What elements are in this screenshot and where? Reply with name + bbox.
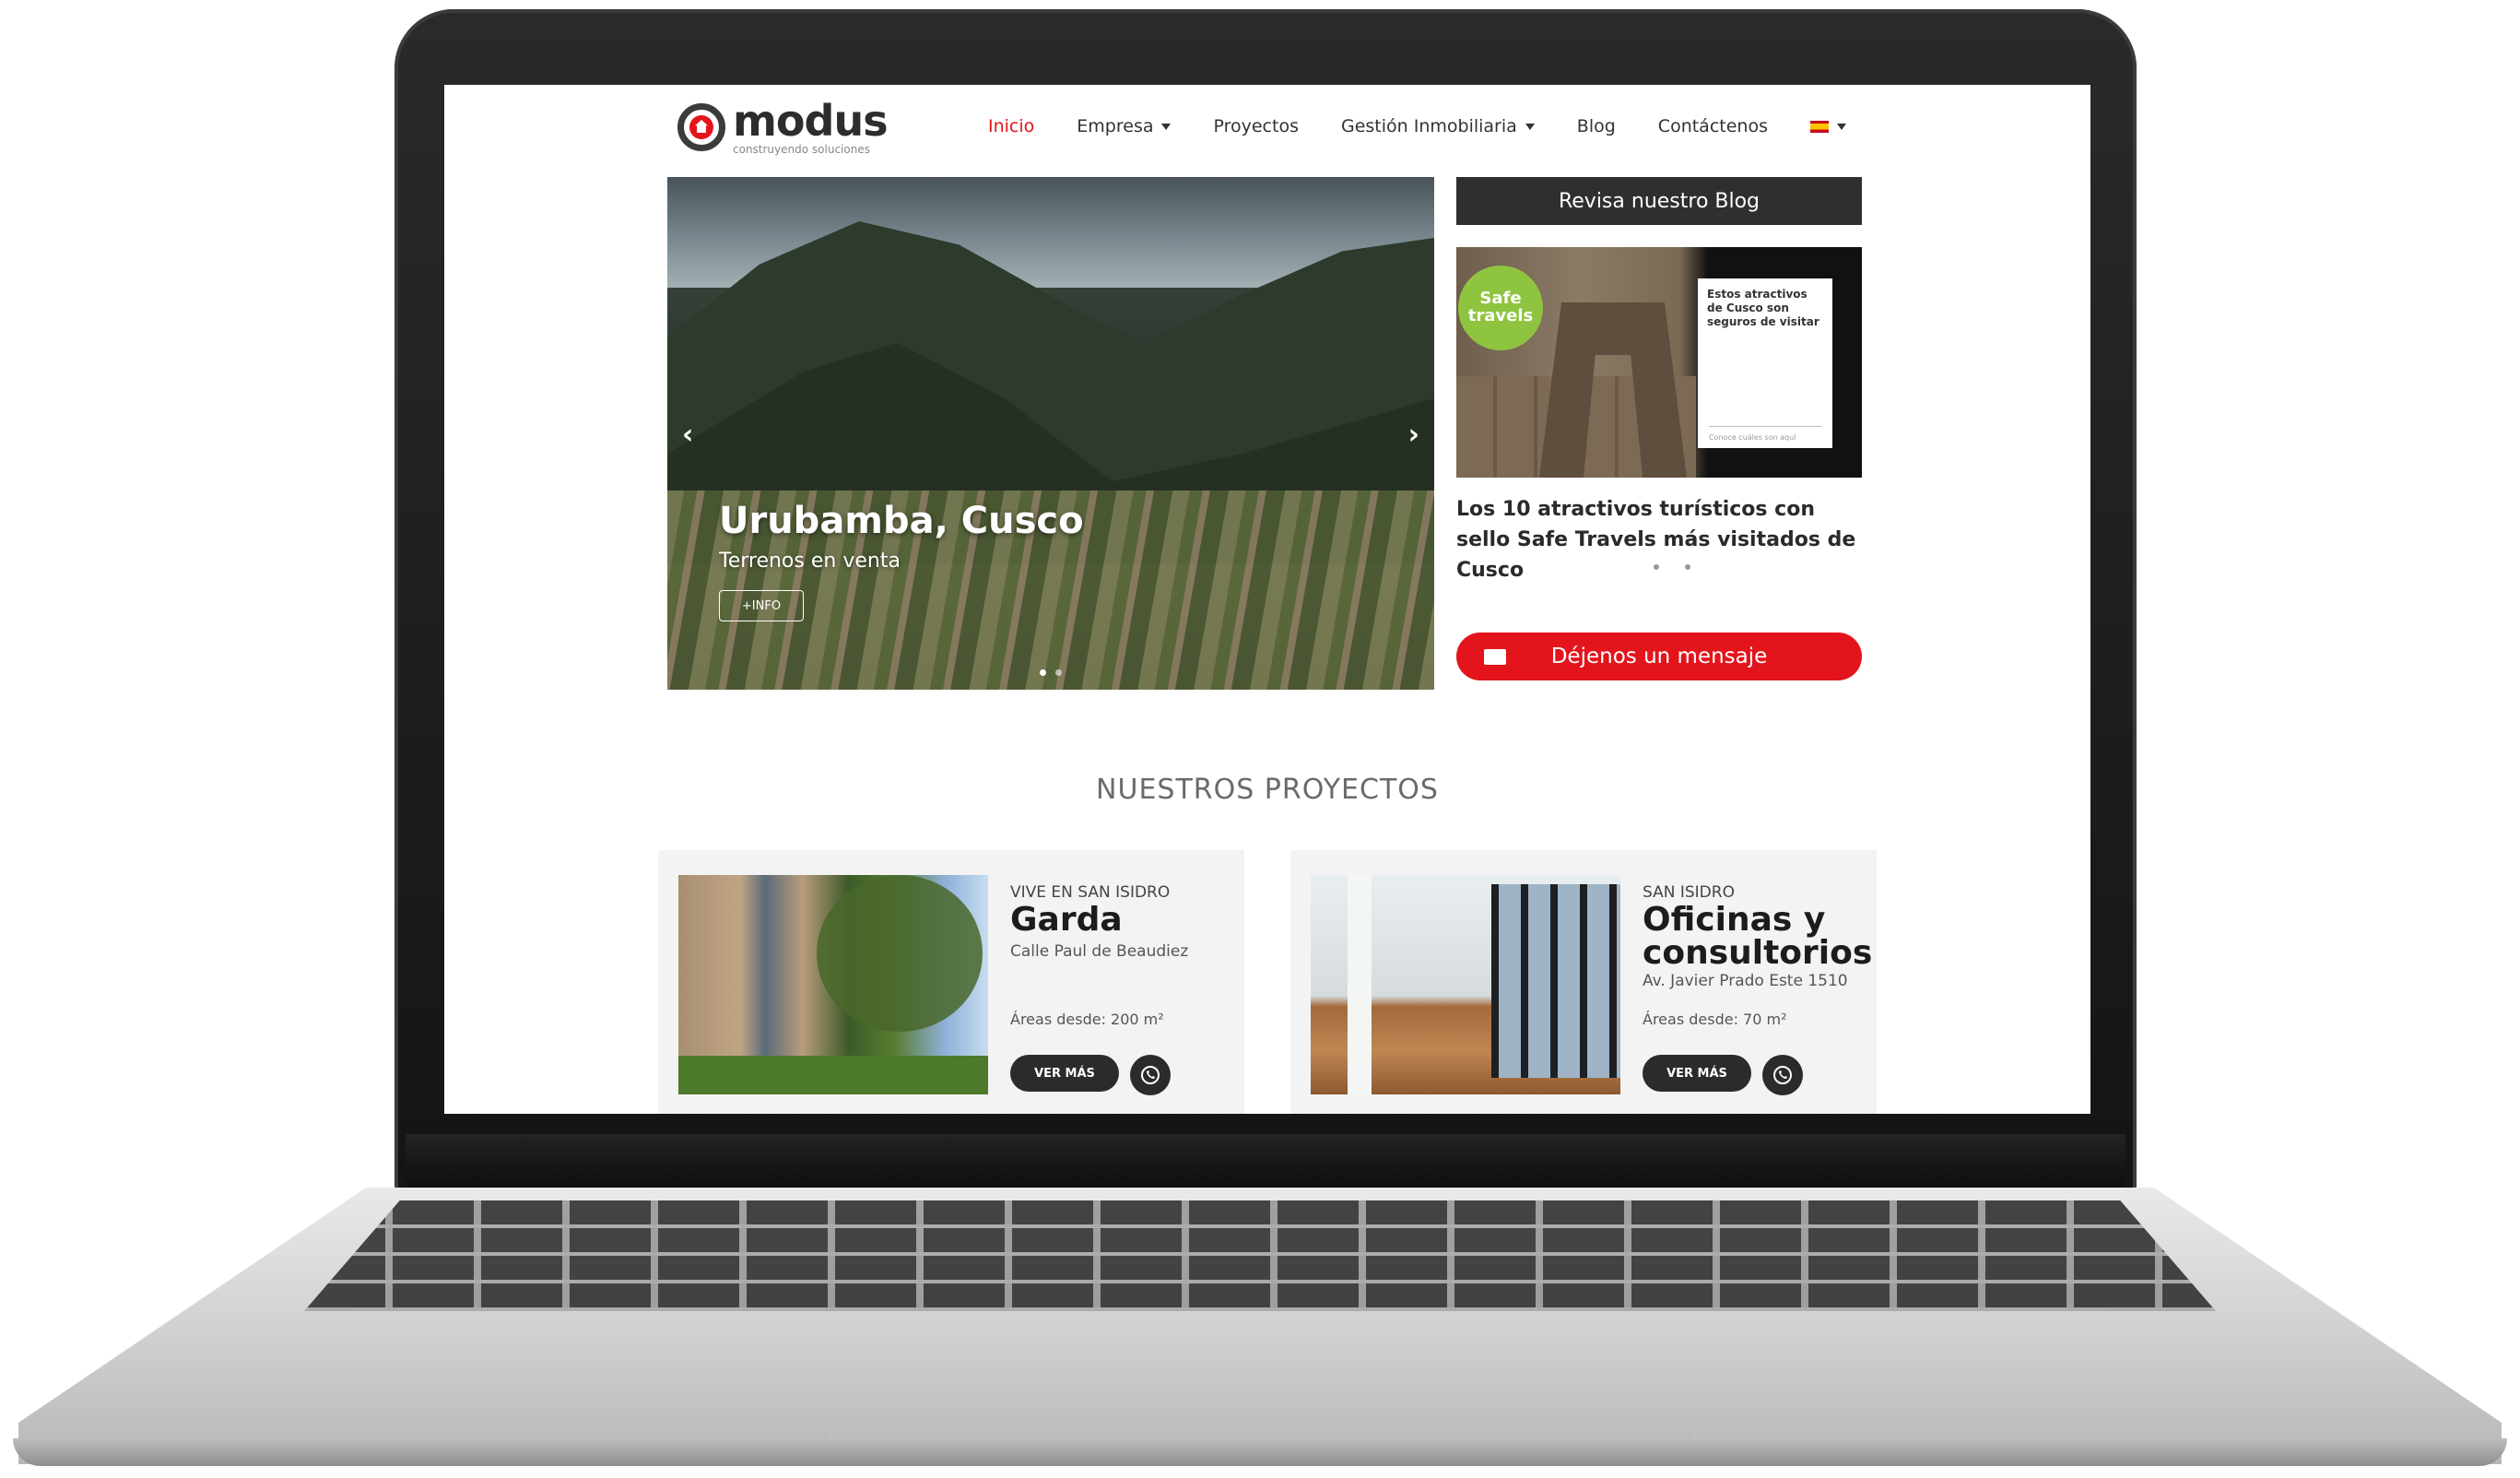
project-card-garda[interactable]: VIVE EN SAN ISIDRO Garda Calle Paul de B… (658, 850, 1244, 1114)
main-nav: Inicio Empresa Proyectos Gestión Inmobil… (988, 116, 1846, 136)
project-address: Calle Paul de Beaudiez (1010, 942, 1189, 961)
logo-tagline: construyendo soluciones (733, 143, 870, 156)
nav-item-proyectos[interactable]: Proyectos (1213, 116, 1299, 136)
logo-wordmark: modus (733, 96, 889, 146)
project-location-label: SAN ISIDRO (1643, 883, 1735, 902)
whatsapp-icon[interactable] (1130, 1055, 1171, 1095)
nav-item-contactenos[interactable]: Contáctenos (1658, 116, 1768, 136)
language-selector[interactable] (1809, 120, 1846, 133)
blog-header[interactable]: Revisa nuestro Blog (1456, 177, 1862, 225)
laptop-trackpad (830, 1328, 1696, 1438)
project-address: Av. Javier Prado Este 1510 (1643, 972, 1848, 990)
nav-item-gestion-inmobiliaria[interactable]: Gestión Inmobiliaria (1341, 116, 1535, 136)
project-name: Garda (1010, 901, 1123, 939)
hero-info-button[interactable]: +INFO (719, 590, 804, 621)
blog-post-image[interactable]: Safe travels Estos atractivos de Cusco s… (1456, 247, 1862, 478)
laptop-hinge (406, 1134, 2126, 1188)
project-location-label: VIVE EN SAN ISIDRO (1010, 883, 1171, 902)
blog-pagination (1641, 564, 1703, 570)
laptop-screen: modus construyendo soluciones Inicio Emp… (444, 85, 2090, 1114)
chevron-left-icon[interactable]: ‹ (682, 419, 693, 451)
project-image[interactable] (678, 875, 988, 1094)
hero-subtitle: Terrenos en venta (719, 550, 901, 573)
hero-title: Urubamba, Cusco (719, 500, 1084, 542)
caret-down-icon (1161, 123, 1172, 130)
slide-dot[interactable] (1040, 669, 1046, 676)
blog-dot[interactable] (1654, 564, 1659, 570)
nav-item-blog[interactable]: Blog (1577, 116, 1616, 136)
spain-flag-icon (1809, 120, 1829, 133)
project-card-oficinas[interactable]: SAN ISIDRO Oficinas y consultorios Av. J… (1290, 850, 1877, 1114)
blog-dot[interactable] (1685, 564, 1690, 570)
nav-item-inicio[interactable]: Inicio (988, 116, 1034, 136)
safe-travels-badge: Safe travels (1458, 266, 1543, 350)
blog-post-title[interactable]: Los 10 atractivos turísticos con sello S… (1456, 494, 1862, 585)
nav-item-empresa[interactable]: Empresa (1077, 116, 1172, 136)
project-image[interactable] (1311, 875, 1620, 1094)
slide-dot[interactable] (1055, 669, 1062, 676)
laptop-keyboard (304, 1200, 2216, 1311)
caret-down-icon (1525, 123, 1535, 130)
envelope-icon (1484, 649, 1506, 665)
projects-section-title: NUESTROS PROYECTOS (1096, 774, 1439, 806)
laptop-base-edge (13, 1438, 2507, 1466)
site-logo[interactable]: modus construyendo soluciones (677, 96, 889, 156)
hero-pagination (667, 669, 1434, 676)
message-button[interactable]: Déjenos un mensaje (1456, 633, 1862, 680)
blog-image-card: Estos atractivos de Cusco son seguros de… (1698, 278, 1832, 448)
project-name: Oficinas y consultorios (1643, 901, 1873, 972)
logo-house-icon (677, 103, 725, 151)
caret-down-icon (1836, 123, 1846, 130)
project-area: Áreas desde: 200 m² (1010, 1011, 1164, 1028)
ver-mas-button[interactable]: VER MÁS (1010, 1055, 1119, 1092)
whatsapp-icon[interactable] (1762, 1055, 1803, 1095)
hero-slider[interactable]: ‹ › Urubamba, Cusco Terrenos en venta +I… (667, 177, 1434, 690)
chevron-right-icon[interactable]: › (1408, 419, 1419, 451)
project-area: Áreas desde: 70 m² (1643, 1011, 1787, 1028)
ver-mas-button[interactable]: VER MÁS (1643, 1055, 1751, 1092)
